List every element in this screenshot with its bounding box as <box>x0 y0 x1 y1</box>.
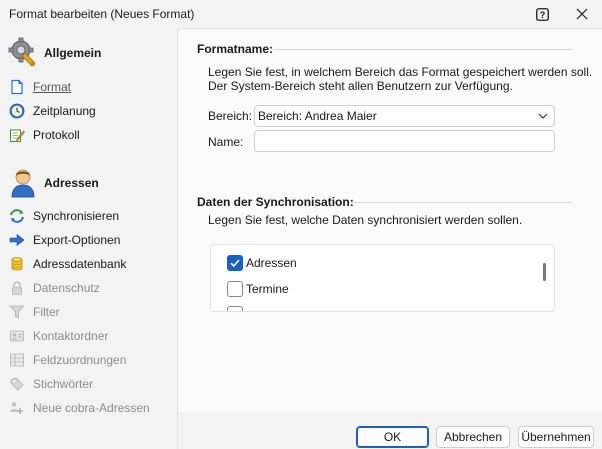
sidebar-item-label: Kontaktordner <box>33 329 109 343</box>
funnel-icon <box>9 304 25 320</box>
bereich-select[interactable]: Bereich: Andrea Maier <box>254 105 555 127</box>
section-label: Allgemein <box>44 46 102 60</box>
sidebar-item-export-optionen[interactable]: Export-Optionen <box>9 230 174 250</box>
clock-icon <box>9 103 25 119</box>
log-pencil-icon <box>9 127 25 143</box>
sidebar-item-neue-cobra-adressen[interactable]: Neue cobra-Adressen <box>9 398 174 418</box>
chevron-down-icon <box>538 113 548 119</box>
arrow-right-icon <box>9 232 25 248</box>
tags-icon <box>9 376 25 392</box>
list-item-partial <box>227 305 243 311</box>
formatname-desc-line1: Legen Sie fest, in welchem Bereich das F… <box>208 65 593 79</box>
gear-wrench-icon <box>8 36 38 70</box>
section-allgemein: Allgemein <box>8 36 101 70</box>
svg-text:?: ? <box>539 10 545 20</box>
help-button[interactable]: ? <box>532 4 552 24</box>
sync-options-list[interactable]: Adressen Termine <box>210 244 555 312</box>
sidebar-item-kontaktordner[interactable]: Kontaktordner <box>9 326 174 346</box>
cancel-button[interactable]: Abbrechen <box>436 426 510 448</box>
sidebar-item-synchronisieren[interactable]: Synchronisieren <box>9 206 174 226</box>
sidebar-item-filter[interactable]: Filter <box>9 302 174 322</box>
bereich-value: Bereich: Andrea Maier <box>258 109 377 123</box>
sync-title: Daten der Synchronisation: <box>197 195 354 209</box>
sidebar-item-datenschutz[interactable]: Datenschutz <box>9 278 174 298</box>
name-label: Name: <box>208 135 244 149</box>
sidebar-item-label: Stichwörter <box>33 377 94 391</box>
person-icon <box>8 166 38 200</box>
sidebar-item-label: Export-Optionen <box>33 233 121 247</box>
list-scrollbar[interactable] <box>543 263 546 281</box>
main-panel: Formatname: Legen Sie fest, in welchem B… <box>177 28 602 412</box>
cancel-label: Abbrechen <box>443 430 503 444</box>
checkbox-partial <box>227 306 243 311</box>
apply-button[interactable]: Übernehmen <box>518 426 594 448</box>
checkbox-adressen[interactable] <box>227 255 243 271</box>
group-divider <box>274 49 572 50</box>
sidebar-item-label: Format <box>33 80 72 94</box>
sidebar-item-label: Datenschutz <box>33 281 100 295</box>
checkbox-termine[interactable] <box>227 281 243 297</box>
formatname-desc-line2: Der System-Bereich steht allen Benutzern… <box>208 79 513 93</box>
grid-icon <box>9 352 25 368</box>
dialog-footer: OK Abbrechen Übernehmen <box>177 412 602 449</box>
close-icon <box>576 8 588 20</box>
sync-arrows-icon <box>9 208 25 224</box>
contact-card-icon <box>9 328 25 344</box>
sidebar: Allgemein Format Zeitplanung Protokoll A… <box>0 28 177 449</box>
help-icon: ? <box>535 7 549 21</box>
bereich-label: Bereich: <box>208 109 253 123</box>
lock-icon <box>9 280 25 296</box>
section-label: Adressen <box>44 176 99 190</box>
sidebar-item-label: Feldzuordnungen <box>33 353 127 367</box>
window-title: Format bearbeiten (Neues Format) <box>9 7 195 21</box>
option-label: Termine <box>246 282 289 296</box>
name-field[interactable] <box>254 130 555 152</box>
title-bar: Format bearbeiten (Neues Format) ? <box>0 0 602 28</box>
sidebar-item-label: Neue cobra-Adressen <box>33 401 150 415</box>
sidebar-item-label: Filter <box>33 305 60 319</box>
option-label: Adressen <box>246 256 297 270</box>
sidebar-item-label: Adressdatenbank <box>33 257 127 271</box>
sidebar-item-stichwoerter[interactable]: Stichwörter <box>9 374 174 394</box>
ok-label: OK <box>383 430 402 444</box>
group-divider <box>350 202 572 203</box>
sidebar-item-zeitplanung[interactable]: Zeitplanung <box>9 101 174 121</box>
sidebar-item-label: Synchronisieren <box>33 209 120 223</box>
sidebar-item-protokoll[interactable]: Protokoll <box>9 125 174 145</box>
list-item[interactable]: Adressen <box>227 254 297 272</box>
document-icon <box>9 79 25 95</box>
sidebar-item-adressdatenbank[interactable]: Adressdatenbank <box>9 254 174 274</box>
apply-label: Übernehmen <box>521 430 591 444</box>
section-adressen: Adressen <box>8 166 99 200</box>
formatname-title: Formatname: <box>197 42 274 56</box>
list-item[interactable]: Termine <box>227 280 289 298</box>
people-add-icon <box>9 400 25 416</box>
ok-button[interactable]: OK <box>356 426 429 448</box>
sidebar-item-label: Zeitplanung <box>33 104 96 118</box>
sidebar-item-label: Protokoll <box>33 128 80 142</box>
sidebar-item-feldzuordnungen[interactable]: Feldzuordnungen <box>9 350 174 370</box>
checkmark-icon <box>230 259 240 268</box>
sync-desc: Legen Sie fest, welche Daten synchronisi… <box>208 213 523 227</box>
database-icon <box>9 256 25 272</box>
close-button[interactable] <box>571 4 593 24</box>
sidebar-item-format[interactable]: Format <box>9 77 174 97</box>
